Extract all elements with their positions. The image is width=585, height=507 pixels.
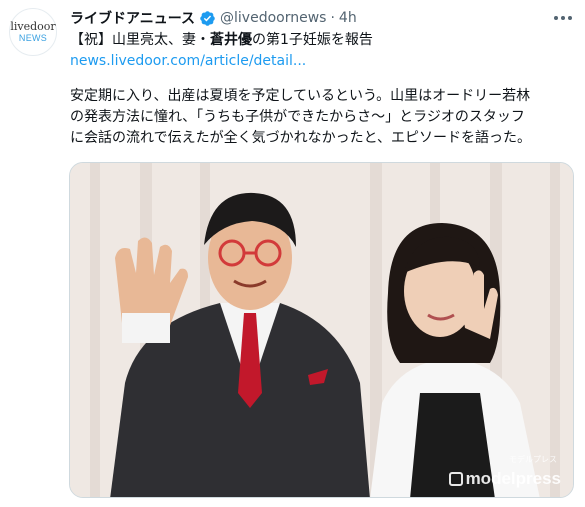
paragraph-line: の発表方法に憧れ、「うちも子供ができたからさ〜」とラジオのスタッフ <box>70 109 525 125</box>
headline-part: の第1子妊娠を報告 <box>252 32 373 48</box>
avatar[interactable]: livedoor NEWS <box>9 8 57 56</box>
more-options-icon[interactable] <box>551 8 575 28</box>
tweet-timestamp[interactable]: 4h <box>339 10 357 26</box>
paragraph-line: に会話の流れで伝えたが全く気づかれなかったと、エピソードを語った。 <box>70 130 532 146</box>
tweet-text: 【祝】山里亮太、妻・蒼井優の第1子妊娠を報告 news.livedoor.com… <box>70 30 570 149</box>
headline: 【祝】山里亮太、妻・蒼井優の第1子妊娠を報告 <box>70 30 570 51</box>
account-handle[interactable]: @livedoornews <box>220 10 326 26</box>
tweet-header: ライブドアニュース @livedoornews · 4h <box>70 8 357 28</box>
headline-bold-part: 蒼井優 <box>210 32 252 48</box>
tweet-card[interactable]: livedoor NEWS ライブドアニュース @livedoornews · … <box>0 0 585 507</box>
modelpress-logo-icon <box>448 472 463 486</box>
headline-part: 【祝】山里亮太、妻・ <box>70 32 210 48</box>
article-link[interactable]: news.livedoor.com/article/detail... <box>70 51 570 72</box>
verified-badge-icon <box>199 10 216 27</box>
photo-credit: モデルプレス <box>509 455 557 464</box>
account-name[interactable]: ライブドアニュース <box>70 8 195 28</box>
separator-dot: · <box>330 10 335 26</box>
photo-illustration <box>70 163 573 497</box>
tweet-photo[interactable]: モデルプレス modelpress <box>69 162 574 498</box>
modelpress-watermark: modelpress <box>448 469 561 489</box>
watermark-text: modelpress <box>465 469 561 488</box>
avatar-logo-text: livedoor <box>10 20 56 33</box>
paragraph-line: 安定期に入り、出産は夏頃を予定しているという。山里はオードリー若林 <box>70 88 531 104</box>
avatar-logo-subtext: NEWS <box>18 33 48 43</box>
tweet-paragraph: 安定期に入り、出産は夏頃を予定しているという。山里はオードリー若林 の発表方法に… <box>70 86 570 149</box>
